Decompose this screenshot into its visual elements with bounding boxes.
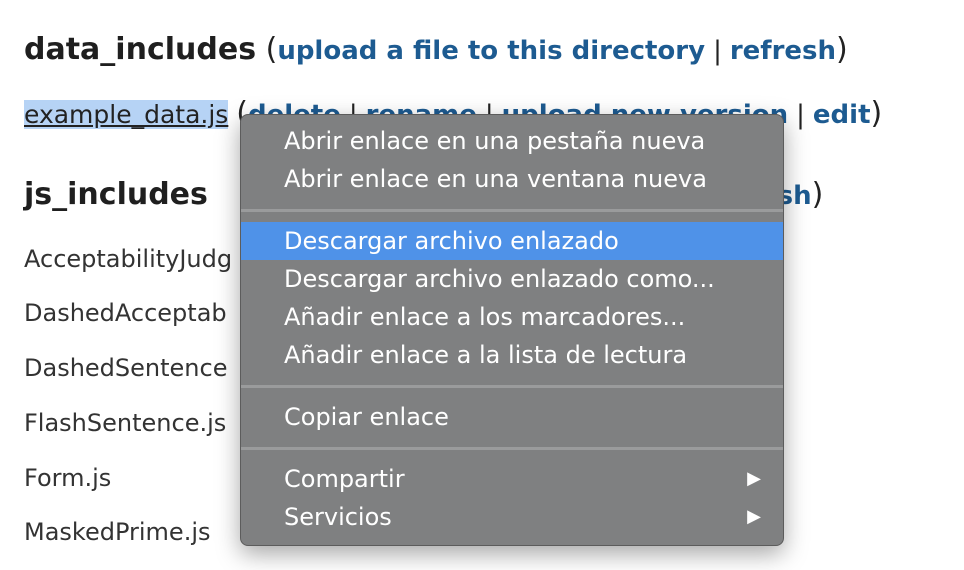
- menu-item-copy-link[interactable]: Copiar enlace: [241, 398, 783, 436]
- menu-item-open-new-window[interactable]: Abrir enlace en una ventana nueva: [241, 160, 783, 198]
- data-includes-heading: data_includes (upload a file to this dir…: [24, 32, 848, 69]
- list-item[interactable]: MaskedPrime.js: [24, 517, 211, 547]
- file-link-example-data[interactable]: example_data.js: [24, 100, 229, 129]
- data-includes-title: data_includes: [24, 32, 257, 67]
- js-includes-heading: js_includes: [24, 177, 208, 213]
- separator: |: [713, 36, 722, 66]
- menu-item-open-new-tab[interactable]: Abrir enlace en una pestaña nueva: [241, 122, 783, 160]
- list-item[interactable]: DashedSentence: [24, 353, 227, 383]
- separator: |: [796, 100, 805, 130]
- menu-separator: [241, 209, 783, 212]
- menu-separator: [241, 385, 783, 388]
- menu-item-add-to-bookmarks[interactable]: Añadir enlace a los marcadores...: [241, 298, 783, 336]
- menu-item-add-to-reading-list[interactable]: Añadir enlace a la lista de lectura: [241, 336, 783, 374]
- file-close-paren: ): [870, 96, 883, 131]
- list-item[interactable]: AcceptabilityJudg: [24, 244, 232, 274]
- menu-separator: [241, 447, 783, 450]
- menu-item-share[interactable]: Compartir ▶: [241, 460, 783, 498]
- menu-item-share-label: Compartir: [284, 465, 405, 493]
- submenu-arrow-icon: ▶: [747, 468, 761, 489]
- menu-item-download-linked-file[interactable]: Descargar archivo enlazado: [241, 222, 783, 260]
- menu-item-services[interactable]: Servicios ▶: [241, 498, 783, 536]
- close-paren: ): [836, 32, 848, 67]
- upload-file-link[interactable]: upload a file to this directory: [277, 36, 705, 66]
- edit-link[interactable]: edit: [813, 100, 871, 130]
- js-includes-title: js_includes: [24, 177, 208, 212]
- menu-item-services-label: Servicios: [284, 503, 392, 531]
- list-item[interactable]: Form.js: [24, 463, 111, 493]
- menu-item-download-linked-file-as[interactable]: Descargar archivo enlazado como...: [241, 260, 783, 298]
- open-paren: (: [265, 32, 278, 67]
- context-menu: Abrir enlace en una pestaña nueva Abrir …: [240, 114, 784, 546]
- list-item[interactable]: DashedAcceptab: [24, 298, 227, 328]
- list-item[interactable]: FlashSentence.js: [24, 408, 226, 438]
- js-close-paren: ): [811, 177, 824, 212]
- submenu-arrow-icon: ▶: [747, 506, 761, 527]
- refresh-link[interactable]: refresh: [730, 36, 836, 66]
